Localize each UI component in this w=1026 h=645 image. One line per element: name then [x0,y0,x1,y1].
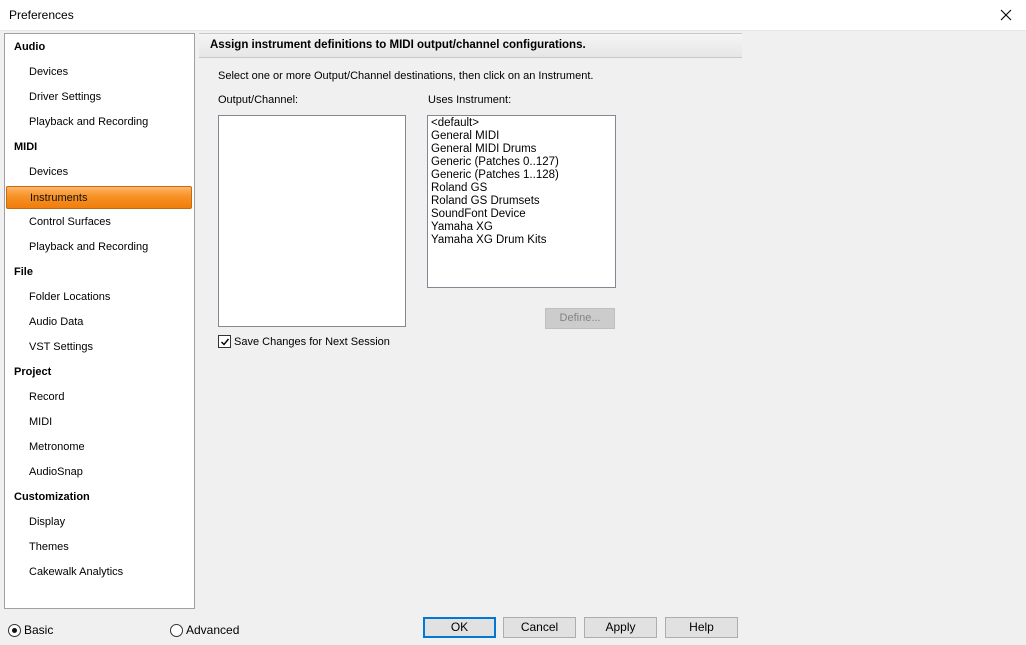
output-channel-list[interactable] [218,115,406,327]
nav-item-midi[interactable]: MIDI [5,410,194,435]
advanced-radio[interactable] [170,623,183,637]
nav-item-control-surfaces[interactable]: Control Surfaces [5,210,194,235]
basic-radio[interactable] [8,623,21,637]
category-midi[interactable]: MIDI [5,135,194,160]
advanced-radio-row[interactable]: Advanced [170,623,239,637]
save-changes-checkbox[interactable] [218,335,231,348]
title-bar: Preferences [0,0,1026,31]
category-project[interactable]: Project [5,360,194,385]
instrument-option[interactable]: Generic (Patches 1..128) [431,169,612,182]
nav-item-devices[interactable]: Devices [5,60,194,85]
nav-item-instruments[interactable]: Instruments [6,186,192,209]
category-customization[interactable]: Customization [5,485,194,510]
nav-item-record[interactable]: Record [5,385,194,410]
close-button[interactable] [986,0,1026,30]
nav-item-audiosnap[interactable]: AudioSnap [5,460,194,485]
preferences-tree: Audio Devices Driver Settings Playback and … [4,33,195,609]
check-icon [220,338,229,346]
cancel-button[interactable]: Cancel [503,617,576,638]
instrument-option[interactable]: <default> [431,117,612,130]
nav-item-playback-and-recording[interactable]: Playback and Recording [5,235,194,260]
instrument-option[interactable]: Yamaha XG Drum Kits [431,234,612,247]
nav-item-playback-and-recording[interactable]: Playback and Recording [5,110,194,135]
instrument-option[interactable]: General MIDI Drums [431,143,612,156]
basic-radio-row[interactable]: Basic [8,623,53,637]
uses-instrument-label: Uses Instrument: [428,94,512,106]
nav-item-devices[interactable]: Devices [5,160,194,185]
instructions-text: Select one or more Output/Channel destin… [218,70,594,82]
save-changes-label: Save Changes for Next Session [234,335,390,348]
nav-item-display[interactable]: Display [5,510,194,535]
define-button[interactable]: Define... [545,308,615,329]
help-button[interactable]: Help [665,617,738,638]
nav-item-audio-data[interactable]: Audio Data [5,310,194,335]
instrument-option[interactable]: Roland GS [431,182,612,195]
instrument-option[interactable]: SoundFont Device [431,208,612,221]
advanced-label: Advanced [186,623,240,637]
instrument-list[interactable]: <default> General MIDI General MIDI Drums G… [427,115,616,288]
instrument-option[interactable]: Roland GS Drumsets [431,195,612,208]
instrument-option[interactable]: Generic (Patches 0..127) [431,156,612,169]
category-file[interactable]: File [5,260,194,285]
instruments-panel: Assign instrument definitions to MIDI ou… [199,33,742,609]
nav-item-vst-settings[interactable]: VST Settings [5,335,194,360]
apply-button[interactable]: Apply [584,617,657,638]
instrument-option[interactable]: Yamaha XG [431,221,612,234]
nav-item-driver-settings[interactable]: Driver Settings [5,85,194,110]
close-icon [1000,9,1012,21]
category-audio[interactable]: Audio [5,35,194,60]
basic-label: Basic [24,623,54,637]
window-title: Preferences [9,8,74,22]
nav-item-cakewalk-analytics[interactable]: Cakewalk Analytics [5,560,194,585]
nav-item-folder-locations[interactable]: Folder Locations [5,285,194,310]
instrument-option[interactable]: General MIDI [431,130,612,143]
output-channel-label: Output/Channel: [218,94,299,106]
save-changes-checkbox-row[interactable]: Save Changes for Next Session [218,335,390,348]
nav-item-metronome[interactable]: Metronome [5,435,194,460]
panel-header: Assign instrument definitions to MIDI ou… [199,33,742,58]
nav-item-themes[interactable]: Themes [5,535,194,560]
ok-button[interactable]: OK [423,617,496,638]
dialog-footer: Basic Advanced OK Cancel Apply Help [0,612,1026,645]
